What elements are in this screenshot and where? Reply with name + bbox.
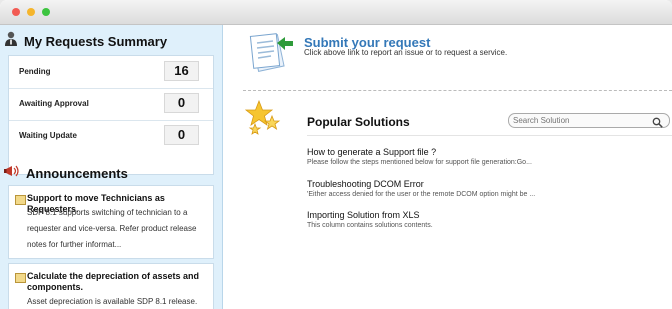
note-icon: [15, 273, 26, 283]
summary-label: Waiting Update: [19, 131, 77, 140]
solution-item[interactable]: Troubleshooting DCOM Error 'Either acces…: [307, 179, 667, 200]
announcement-text: requester and vice-versa. Refer product …: [27, 224, 197, 233]
section-divider: [243, 90, 672, 91]
summary-count[interactable]: 0: [164, 93, 199, 113]
request-form-icon[interactable]: [247, 29, 295, 80]
summary-label: Pending: [19, 67, 51, 76]
announcement-card[interactable]: Calculate the depreciation of assets and…: [8, 263, 214, 309]
main-content: Submit your request Click above link to …: [223, 25, 672, 309]
summary-label: Awaiting Approval: [19, 99, 89, 108]
announcements-header: Announcements: [4, 162, 128, 184]
close-window-button[interactable]: [12, 8, 20, 16]
minimize-window-button[interactable]: [27, 8, 35, 16]
search-solution-input[interactable]: [513, 114, 649, 127]
solution-title[interactable]: Troubleshooting DCOM Error: [307, 179, 667, 190]
solution-description: This column contains solutions contents.: [307, 222, 433, 229]
sidebar: My Requests Summary Pending 16 Awaiting …: [0, 25, 223, 309]
announcement-title-line: Calculate the depreciation of assets and: [27, 271, 200, 281]
requests-summary-header: My Requests Summary: [4, 30, 167, 52]
solution-item[interactable]: How to generate a Support file ? Please …: [307, 147, 667, 168]
announcement-card[interactable]: Support to move Technicians as Requester…: [8, 185, 214, 259]
announcement-text: Asset depreciation is available SDP 8.1 …: [27, 297, 198, 306]
solution-item[interactable]: Importing Solution from XLS This column …: [307, 210, 667, 231]
submit-request-subtitle: Click above link to report an issue or t…: [304, 48, 508, 57]
stars-icon: [244, 99, 281, 140]
solution-description: Please follow the steps mentioned below …: [307, 159, 532, 166]
solution-description: 'Either access denied for the user or th…: [307, 191, 536, 198]
note-icon: [15, 195, 26, 205]
app-window: My Requests Summary Pending 16 Awaiting …: [0, 0, 672, 309]
search-solution-box[interactable]: [508, 113, 670, 128]
solutions-divider: [307, 135, 672, 136]
requests-summary-title: My Requests Summary: [24, 33, 168, 49]
announcement-title-line: components.: [27, 282, 84, 292]
title-bar: [0, 0, 672, 25]
solution-title[interactable]: Importing Solution from XLS: [307, 210, 667, 221]
search-icon[interactable]: [652, 115, 663, 133]
announcement-title[interactable]: Calculate the depreciation of assets and…: [27, 271, 207, 293]
solution-title[interactable]: How to generate a Support file ?: [307, 147, 667, 158]
popular-solutions-title: Popular Solutions: [307, 115, 410, 129]
announcement-text: SDP 8.1 supports switching of technician…: [27, 208, 188, 217]
announcements-title: Announcements: [26, 165, 128, 181]
requests-summary-panel: Pending 16 Awaiting Approval 0 Waiting U…: [8, 55, 214, 175]
announcement-text: notes for further informat...: [27, 240, 122, 249]
user-icon: [4, 31, 18, 51]
maximize-window-button[interactable]: [42, 8, 50, 16]
summary-count[interactable]: 16: [164, 61, 199, 81]
megaphone-icon: [4, 164, 20, 183]
summary-row-awaiting-approval[interactable]: Awaiting Approval 0: [9, 88, 213, 121]
summary-row-pending[interactable]: Pending 16: [9, 56, 213, 89]
summary-count[interactable]: 0: [164, 125, 199, 145]
summary-row-waiting-update[interactable]: Waiting Update 0: [9, 120, 213, 152]
